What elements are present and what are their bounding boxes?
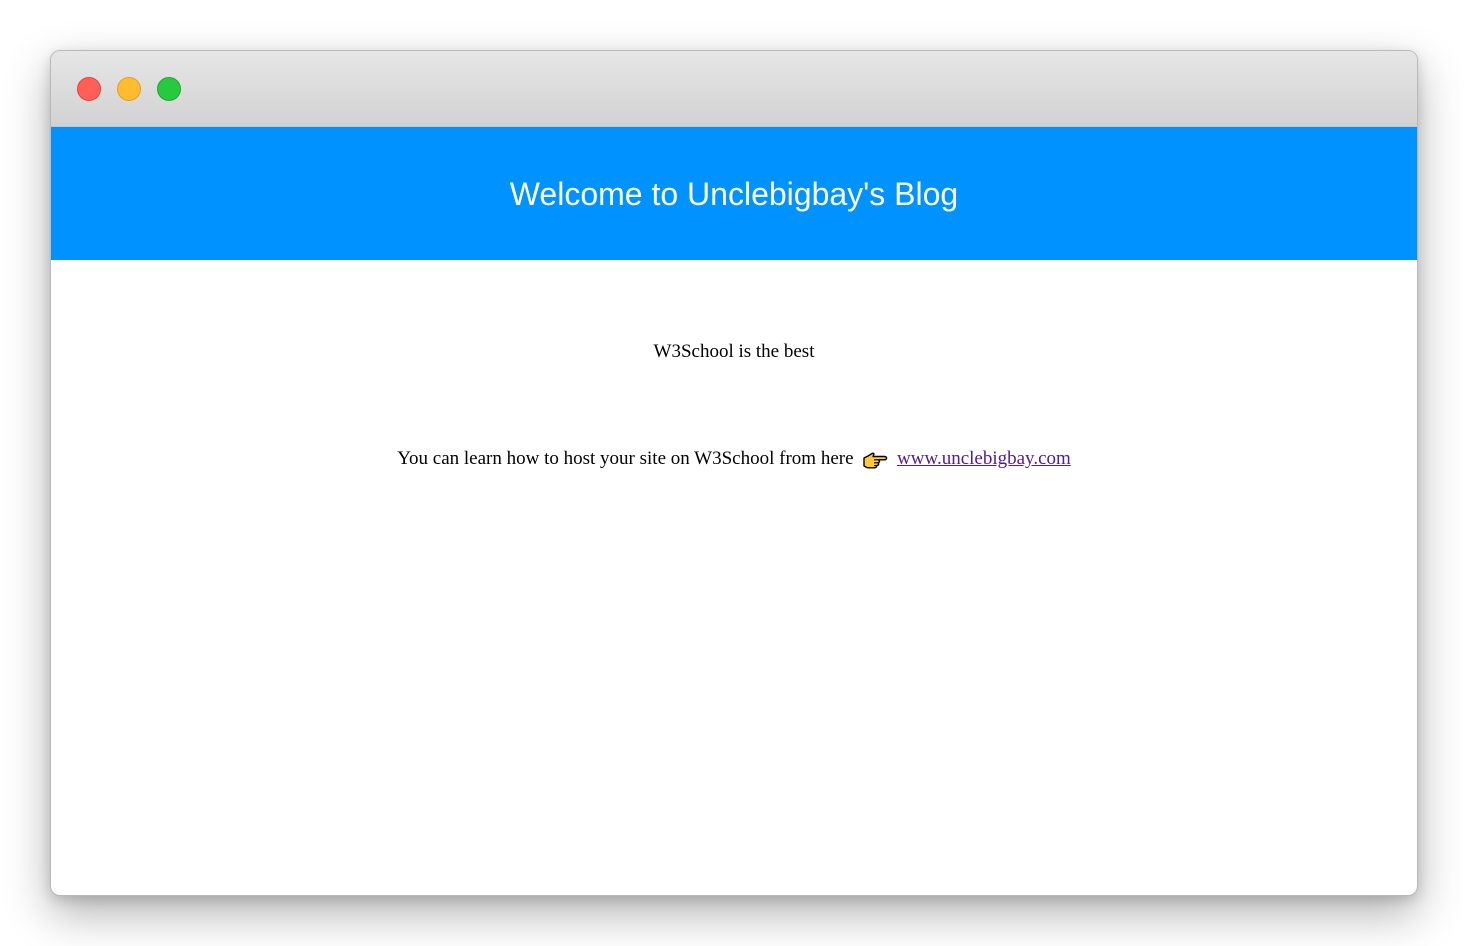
page-background: Welcome to Unclebigbay's Blog W3School i… xyxy=(0,0,1468,946)
close-window-button[interactable] xyxy=(77,77,101,101)
unclebigbay-site-link[interactable]: www.unclebigbay.com xyxy=(897,448,1071,469)
tagline-text: W3School is the best xyxy=(653,341,815,362)
hosting-paragraph: You can learn how to host your site on W… xyxy=(51,447,1417,471)
hosting-text: You can learn how to host your site on W… xyxy=(397,448,854,469)
blog-header: Welcome to Unclebigbay's Blog xyxy=(51,127,1417,260)
minimize-window-button[interactable] xyxy=(117,77,141,101)
main-content: W3School is the best You can learn how t… xyxy=(51,340,1417,471)
blog-title: Welcome to Unclebigbay's Blog xyxy=(509,175,959,212)
window-titlebar[interactable] xyxy=(51,51,1417,127)
pointing-right-hand-icon xyxy=(862,449,888,469)
browser-window: Welcome to Unclebigbay's Blog W3School i… xyxy=(50,50,1418,896)
maximize-window-button[interactable] xyxy=(157,77,181,101)
